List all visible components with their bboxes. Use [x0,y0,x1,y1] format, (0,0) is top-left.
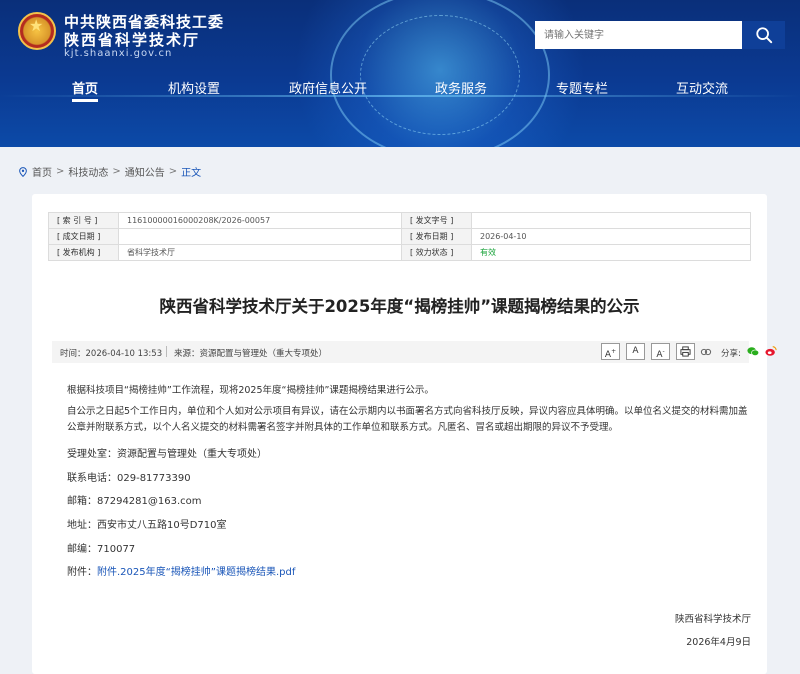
metadata-table: [ 索 引 号 ] 11610000016000208K/2026-00057 … [48,212,751,261]
signature: 陕西省科学技术厅 [674,614,751,625]
breadcrumb-news[interactable]: 科技动态 [68,164,108,179]
meta-index-label: [ 索 引 号 ] [48,212,119,229]
nav-services[interactable]: 政务服务 [435,78,487,97]
breadcrumb-home[interactable]: 首页 [32,164,52,179]
wechat-icon[interactable] [747,346,759,357]
table-row: [ 发布机构 ] 省科学技术厅 [ 效力状态 ] 有效 [48,244,751,261]
main-nav: 首页 机构设置 政府信息公开 政务服务 专题专栏 互动交流 [0,72,800,106]
attachment-label: 附件： [67,567,97,578]
article-title: 陕西省科学技术厅关于2025年度“揭榜挂帅”课题揭榜结果的公示 [159,297,640,316]
nav-gov-info[interactable]: 政府信息公开 [289,78,367,97]
meta-created-label: [ 成文日期 ] [48,228,119,245]
print-button[interactable] [676,343,695,360]
contact-dept: 受理处室：资源配置与管理处（重大专项处） [67,449,267,460]
article-info-bar: 时间：2026-04-10 13:53 来源：资源配置与管理处（重大专项处） A… [52,341,777,363]
search-box [535,21,785,49]
meta-status-value: 有效 [471,244,751,261]
nav-organization[interactable]: 机构设置 [168,78,220,97]
site-url: kjt.shaanxi.gov.cn [64,48,173,59]
search-icon [755,27,772,44]
article-source: 来源：资源配置与管理处（重大专项处） [174,349,328,359]
breadcrumb-separator: > [112,166,121,177]
share-label: 分享: [721,349,741,359]
nav-topics[interactable]: 专题专栏 [556,78,608,97]
meta-status-label: [ 效力状态 ] [401,244,472,261]
meta-issuer-value: 省科学技术厅 [118,244,402,261]
contact-email: 邮箱：87294281@163.com [67,496,202,507]
attachment-link[interactable]: 附件.2025年度“揭榜挂帅”课题揭榜结果.pdf [97,567,295,578]
info-divider [166,346,167,357]
breadcrumb-notices[interactable]: 通知公告 [125,164,165,179]
meta-docno-label: [ 发文字号 ] [401,212,472,229]
nav-active-underline [72,99,98,102]
breadcrumb-separator: > [56,166,65,177]
meta-published-label: [ 发布日期 ] [401,228,472,245]
paragraph-objection: 自公示之日起5个工作日内，单位和个人如对公示项目有异议，请在公示期内以书面署名方… [67,406,748,433]
location-pin-icon [19,166,27,177]
contact-address: 地址：西安市丈八五路10号D710室 [67,520,227,531]
org-name-line2[interactable]: 陕西省科学技术厅 [64,29,200,50]
search-button[interactable] [742,21,785,49]
search-input[interactable] [535,21,742,49]
breadcrumb-separator: > [168,166,178,177]
meta-index-value: 11610000016000208K/2026-00057 [118,212,402,229]
nav-interaction[interactable]: 互动交流 [676,78,728,97]
link-icon[interactable] [700,346,712,358]
article-panel: [ 索 引 号 ] 11610000016000208K/2026-00057 … [32,194,777,674]
contact-phone: 联系电话：029-81773390 [67,473,191,484]
meta-issuer-label: [ 发布机构 ] [48,244,119,261]
meta-docno-value [471,212,751,229]
font-increase-button[interactable]: A+ [601,343,620,360]
nav-home[interactable]: 首页 [72,78,98,97]
breadcrumb: 首页 > 科技动态 > 通知公告 > 正文 [18,164,201,179]
weibo-icon[interactable] [765,345,777,357]
attachment-row: 附件：附件.2025年度“揭榜挂帅”课题揭榜结果.pdf [67,563,295,578]
contact-postcode: 邮编：710077 [67,544,136,555]
print-icon [680,346,691,357]
table-row: [ 索 引 号 ] 11610000016000208K/2026-00057 … [48,212,751,229]
meta-created-value [118,228,402,245]
national-emblem-icon[interactable]: ★ [18,12,56,50]
font-default-button[interactable]: A [626,343,645,360]
paragraph-intro: 根据科技项目“揭榜挂帅”工作流程，现将2025年度“揭榜挂帅”课题揭榜结果进行公… [67,385,434,396]
breadcrumb-current: 正文 [181,168,202,179]
site-header: ★ 中共陕西省委科技工委 陕西省科学技术厅 kjt.shaanxi.gov.cn… [0,0,800,147]
font-decrease-button[interactable]: A- [651,343,670,360]
table-row: [ 成文日期 ] [ 发布日期 ] 2026-04-10 [48,228,751,245]
signature-date: 2026年4月9日 [686,637,751,648]
meta-published-value: 2026-04-10 [471,228,751,245]
publish-time: 时间：2026-04-10 13:53 [60,349,163,359]
